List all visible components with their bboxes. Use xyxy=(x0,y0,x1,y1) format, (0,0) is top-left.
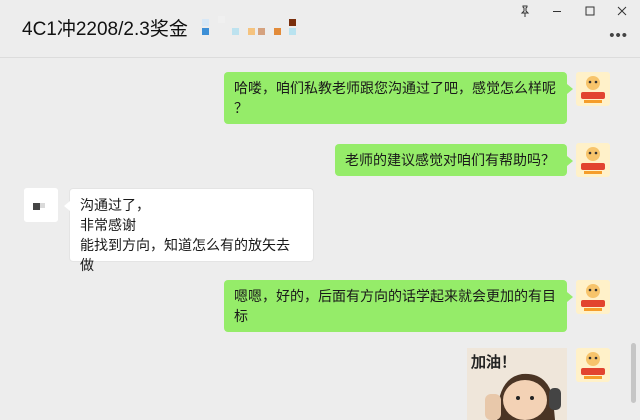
self-avatar[interactable] xyxy=(576,72,610,106)
scrollbar-thumb[interactable] xyxy=(631,343,636,403)
self-avatar[interactable] xyxy=(576,348,610,382)
message-text-line: 嗯嗯，好的，后面有方向的话学起来就会更加的有目 xyxy=(234,288,556,304)
pin-icon[interactable] xyxy=(514,3,536,19)
blurred-member-avatars xyxy=(200,14,305,40)
minimize-icon[interactable] xyxy=(546,3,568,19)
message-text-line: 非常感谢 xyxy=(80,217,136,233)
more-icon[interactable]: ••• xyxy=(609,27,628,44)
message-bubble-outgoing[interactable]: 老师的建议感觉对咱们有帮助吗？ xyxy=(335,144,573,176)
message-text-line: 标 xyxy=(234,308,248,324)
message-text-line: ？ xyxy=(234,100,248,116)
sticker-image[interactable]: 加油！ xyxy=(467,348,567,420)
message-bubble-outgoing[interactable]: 哈喽，咱们私教老师跟您沟通过了吧，感觉怎么样呢 ？ xyxy=(224,72,573,124)
message-text-line: 老师的建议感觉对咱们有帮助吗？ xyxy=(345,152,555,168)
message-text-line: 哈喽，咱们私教老师跟您沟通过了吧，感觉怎么样呢 xyxy=(234,80,556,96)
contact-avatar[interactable] xyxy=(24,188,58,222)
message-bubble-outgoing[interactable]: 嗯嗯，好的，后面有方向的话学起来就会更加的有目 标 xyxy=(224,280,573,332)
maximize-icon[interactable] xyxy=(579,3,601,19)
message-text-line: 沟通过了， xyxy=(80,197,150,213)
message-bubble-incoming[interactable]: 沟通过了， 非常感谢 能找到方向，知道怎么有的放矢去做 xyxy=(64,188,314,273)
chat-header: 4C1冲2208/2.3奖金 ••• xyxy=(0,0,640,58)
close-icon[interactable] xyxy=(611,3,633,19)
message-list[interactable]: 哈喽，咱们私教老师跟您沟通过了吧，感觉怎么样呢 ？ 老师的建议感觉对咱们有帮助吗… xyxy=(0,58,628,420)
self-avatar[interactable] xyxy=(576,143,610,177)
self-avatar[interactable] xyxy=(576,280,610,314)
message-text-line: 能找到方向，知道怎么有的放矢去做 xyxy=(80,237,290,273)
sticker-caption: 加油！ xyxy=(471,354,517,371)
chat-title[interactable]: 4C1冲2208/2.3奖金 xyxy=(22,14,188,41)
